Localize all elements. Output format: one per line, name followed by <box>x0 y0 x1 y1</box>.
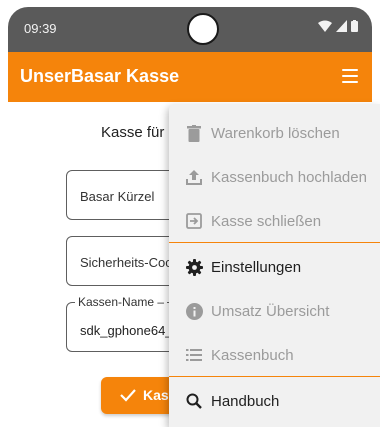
check-icon <box>120 389 136 402</box>
menu-item-label: Warenkorb löschen <box>211 124 340 142</box>
status-icons <box>318 20 358 32</box>
menu-item-kassenbuch-hochladen[interactable]: Kassenbuch hochladen <box>169 156 380 198</box>
info-icon <box>185 302 203 320</box>
overflow-menu: Warenkorb löschen Kassenbuch hochladen K… <box>169 104 380 427</box>
upload-icon <box>185 168 203 186</box>
gear-icon <box>185 258 203 276</box>
app-title: UnserBasar Kasse <box>20 66 180 86</box>
trash-icon <box>185 124 203 142</box>
sicherheitscode-placeholder: Sicherheits-Coc <box>80 255 172 270</box>
menu-divider <box>169 242 380 243</box>
status-time: 09:39 <box>24 21 57 36</box>
menu-item-label: Handbuch <box>211 392 280 410</box>
battery-icon <box>351 20 358 32</box>
basar-kuerzel-placeholder: Basar Kürzel <box>80 189 155 204</box>
list-icon <box>185 346 203 364</box>
menu-item-umsatz-uebersicht[interactable]: Umsatz Übersicht <box>169 290 380 332</box>
menu-item-warenkorb-loeschen[interactable]: Warenkorb löschen <box>169 112 380 154</box>
menu-item-kassenbuch[interactable]: Kassenbuch <box>169 334 380 376</box>
kassenname-value: sdk_gphone64_ <box>80 323 173 338</box>
menu-item-label: Einstellungen <box>211 258 302 276</box>
search-icon <box>185 392 203 410</box>
menu-item-label: Kassenbuch <box>211 346 294 364</box>
camera-cutout <box>187 13 219 45</box>
submit-button-label: Kas <box>143 387 169 403</box>
menu-item-label: Kasse schließen <box>211 212 322 230</box>
exit-icon <box>185 212 203 230</box>
menu-item-einstellungen[interactable]: Einstellungen <box>169 246 380 288</box>
status-bar: 09:39 <box>8 7 372 52</box>
kassenname-label: Kassen-Name – <box>75 295 168 309</box>
wifi-icon <box>318 20 332 32</box>
page-heading: Kasse für U <box>101 124 180 141</box>
app-bar: UnserBasar Kasse <box>8 52 372 102</box>
menu-item-kasse-schliessen[interactable]: Kasse schließen <box>169 200 380 242</box>
hamburger-menu-icon[interactable] <box>342 69 358 83</box>
menu-item-label: Umsatz Übersicht <box>211 302 330 320</box>
menu-item-label: Kassenbuch hochladen <box>211 168 367 186</box>
menu-item-handbuch[interactable]: Handbuch <box>169 380 380 422</box>
menu-divider <box>169 376 380 377</box>
signal-icon <box>336 20 347 32</box>
